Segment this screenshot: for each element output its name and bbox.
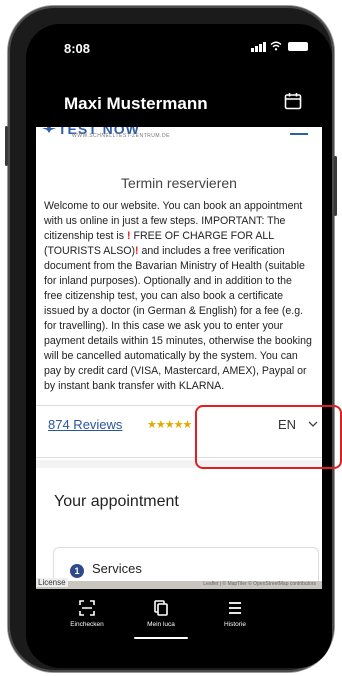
tab-label: Einchecken <box>70 621 104 628</box>
tab-mein-luca[interactable]: Mein luca <box>126 599 196 628</box>
map-attribution: Leaflet | © MapTiler © OpenStreetMap con… <box>203 581 316 587</box>
signal-icon <box>251 40 267 52</box>
phone-screen: 8:08 Maxi Mustermann TEST NOW WWW.SCHNEL… <box>26 24 332 668</box>
appointment-heading: Your appointment <box>54 493 179 510</box>
rating-stars: ★★★★★ <box>147 419 192 431</box>
status-bar: 8:08 <box>26 24 332 70</box>
page-title: Termin reservieren <box>121 175 237 191</box>
status-time: 8:08 <box>64 41 91 56</box>
status-icons <box>251 40 308 52</box>
tab-label: Mein luca <box>147 621 175 628</box>
battery-icon <box>288 41 308 51</box>
site-logo-bar: TEST NOW WWW.SCHNELLTEST-ZENTRUM.DE <box>36 127 322 145</box>
checkin-icon <box>79 600 95 616</box>
step-number-badge: 1 <box>70 564 84 578</box>
embedded-website[interactable]: TEST NOW WWW.SCHNELLTEST-ZENTRUM.DE Term… <box>36 127 322 589</box>
phone-frame: 8:08 Maxi Mustermann TEST NOW WWW.SCHNEL… <box>5 6 337 672</box>
active-tab-indicator <box>134 637 188 639</box>
calendar-icon[interactable] <box>284 92 302 110</box>
map-license-label[interactable]: License <box>36 578 68 587</box>
volume-button <box>5 126 8 166</box>
intro-text: Welcome to our website. You can book an … <box>44 199 312 394</box>
reviews-link[interactable]: 874 Reviews <box>48 417 122 432</box>
power-button <box>334 156 337 216</box>
bottom-tab-bar: Einchecken Mein luca Historie <box>26 589 332 645</box>
menu-icon[interactable] <box>290 133 308 135</box>
wifi-icon <box>270 41 282 51</box>
history-icon <box>229 602 241 614</box>
services-label: Services <box>92 561 142 576</box>
intro-part-3: and includes a free verification documen… <box>44 245 312 392</box>
tab-label: Historie <box>223 621 247 628</box>
logo-icon <box>42 127 56 133</box>
tab-einchecken[interactable]: Einchecken <box>52 599 122 628</box>
app-header: Maxi Mustermann <box>26 84 332 124</box>
language-highlight-box <box>195 405 342 469</box>
site-logo-subtitle: WWW.SCHNELLTEST-ZENTRUM.DE <box>72 133 170 139</box>
user-name: Maxi Mustermann <box>64 94 208 113</box>
tab-historie[interactable]: Historie <box>200 599 270 628</box>
luca-icon <box>154 600 168 616</box>
